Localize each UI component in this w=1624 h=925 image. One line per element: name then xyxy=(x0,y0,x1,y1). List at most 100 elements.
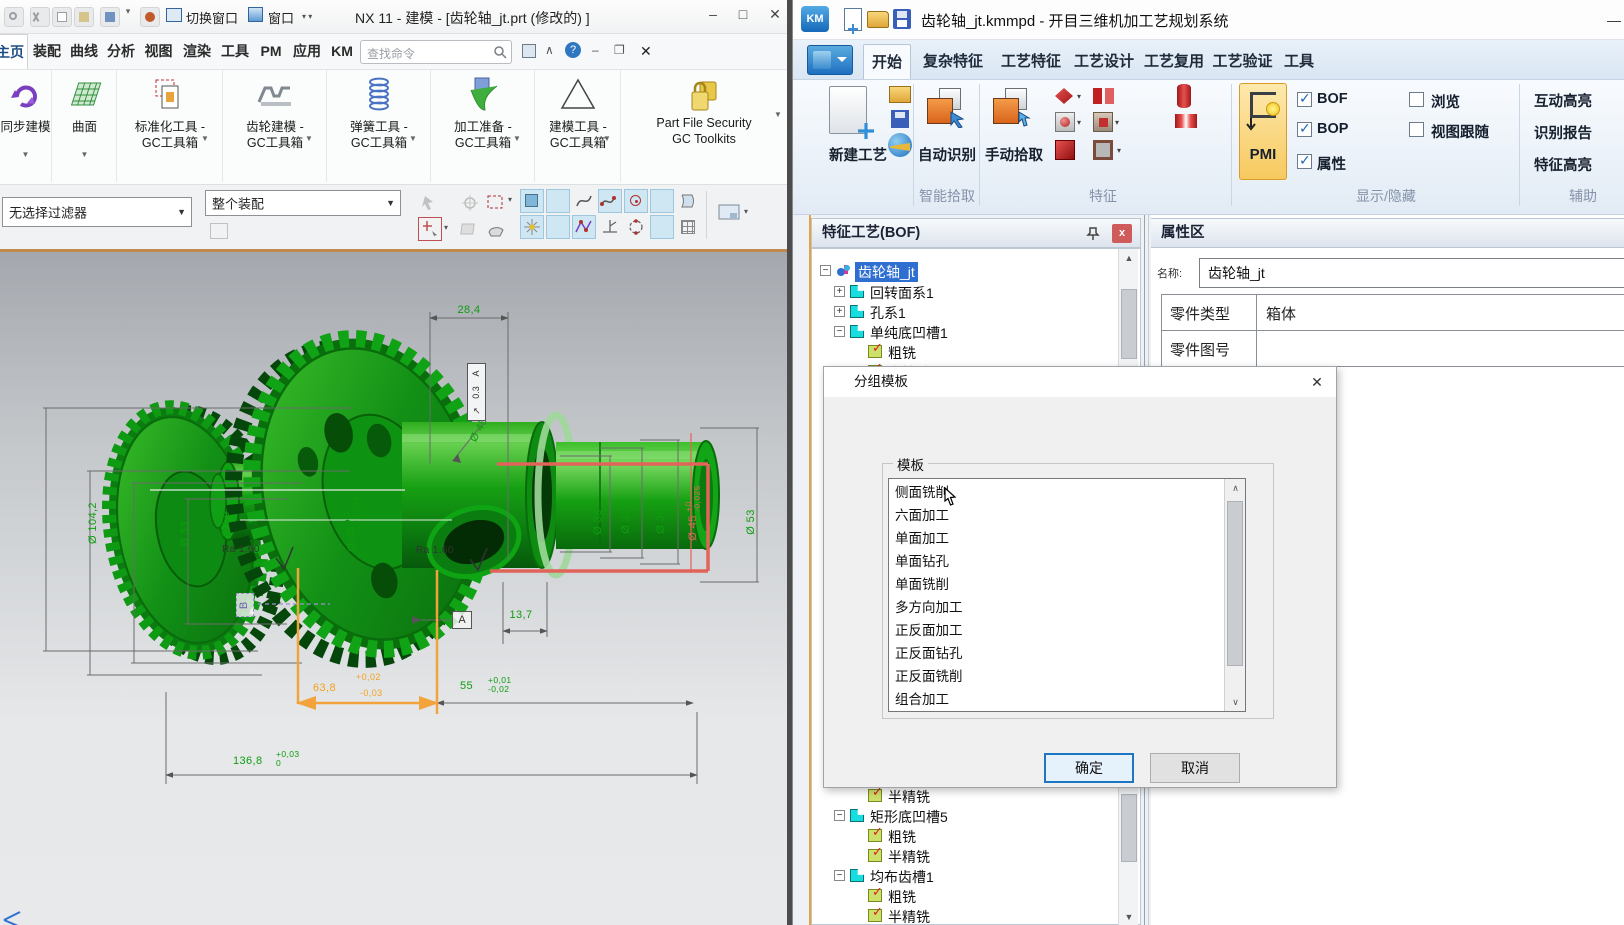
format-brush-icon[interactable] xyxy=(100,7,120,27)
rotate-point-icon[interactable] xyxy=(458,191,482,215)
cube-feature-icon[interactable] xyxy=(1055,140,1075,160)
ribbon-modeling-tools-gc[interactable]: 建模工具 - GC工具箱▼ xyxy=(536,70,621,182)
scrollbar-thumb[interactable] xyxy=(1121,289,1137,359)
ribbon-part-file-security[interactable]: Part File Security GC Toolkits▼ xyxy=(622,70,786,182)
dim-50[interactable]: Ø 50 xyxy=(220,504,232,544)
snap-sheet-icon[interactable] xyxy=(676,189,700,213)
slot-feature-icon[interactable] xyxy=(1093,88,1102,104)
selection-scope-combo[interactable]: 整个装配▼ xyxy=(205,190,401,216)
tree-row-root[interactable]: − 齿轮轴_jt xyxy=(812,261,1140,281)
dropdown-icon[interactable]: ▾ xyxy=(1117,146,1121,155)
stepped-cylinder-icon[interactable] xyxy=(1175,114,1197,128)
collapse-icon[interactable]: − xyxy=(834,326,845,337)
list-item[interactable]: 组合加工 xyxy=(891,688,1211,711)
km-tab-complex-features[interactable]: 复杂特征 xyxy=(915,44,991,79)
doc-minimize-icon[interactable]: – xyxy=(592,43,599,57)
tree-row-operation[interactable]: 半精铣 xyxy=(812,846,1140,866)
collapse-icon[interactable]: − xyxy=(834,870,845,881)
dropdown-icon[interactable]: ▼ xyxy=(292,134,326,143)
snap-spline-icon[interactable] xyxy=(598,189,622,213)
ribbon-machining-prep-gc[interactable]: 加工准备 - GC工具箱▼ xyxy=(432,70,535,182)
manual-pick-icon[interactable] xyxy=(993,88,1033,128)
tab-render[interactable]: 渲染 xyxy=(178,34,216,69)
plane-feature-icon[interactable] xyxy=(1055,88,1073,104)
view-follow-checkbox[interactable] xyxy=(1409,122,1424,137)
dropdown-icon[interactable]: ▾ xyxy=(508,195,512,204)
tree-row-feature[interactable]: − 矩形底凹槽5 xyxy=(812,806,1140,826)
tree-row-operation[interactable]: 粗铣 xyxy=(812,826,1140,846)
template-list[interactable]: 侧面铣削 六面加工 单面加工 单面钻孔 单面铣削 多方向加工 正反面加工 正反面… xyxy=(888,478,1246,712)
pmi-toggle-button[interactable]: PMI xyxy=(1239,83,1287,180)
datum-b-label[interactable]: B xyxy=(236,593,254,617)
tab-view[interactable]: 视图 xyxy=(140,34,177,69)
dim-33-right[interactable]: Ø 33 xyxy=(592,504,604,540)
dim-40[interactable]: Ø 40 +0-0,025 xyxy=(343,482,361,566)
ribbon-gear-modeling-gc[interactable]: 齿轮建模 - GC工具箱▼ xyxy=(224,70,327,182)
tree-row-operation[interactable]: 粗铣 xyxy=(812,886,1140,906)
snap-grid-icon[interactable] xyxy=(676,215,700,239)
tab-km[interactable]: KM xyxy=(326,34,358,69)
list-item[interactable]: 单面加工 xyxy=(891,527,1211,550)
snap-point-on-face-icon[interactable] xyxy=(520,215,544,239)
list-item[interactable]: 正反面铣削 xyxy=(891,665,1211,688)
selection-filter-combo[interactable]: 无选择过滤器▼ xyxy=(2,197,192,227)
command-search-box[interactable]: 查找命令 xyxy=(360,40,512,64)
dropdown-icon[interactable]: ▼ xyxy=(500,134,534,143)
tree-row-feature[interactable]: + 回转面系1 xyxy=(812,282,1140,302)
datum-a-label[interactable]: A xyxy=(452,611,472,629)
tab-pm[interactable]: PM xyxy=(254,34,288,69)
marquee-select-icon[interactable] xyxy=(484,191,508,215)
dropdown-icon[interactable]: ▼ xyxy=(188,134,222,143)
doc-close-icon[interactable]: ✕ xyxy=(640,43,652,60)
snap-endpoint-icon[interactable] xyxy=(546,189,570,213)
ok-button[interactable]: 确定 xyxy=(1044,753,1134,783)
dropdown-icon[interactable]: ▾ xyxy=(744,207,748,216)
snap-midpoint-icon[interactable] xyxy=(546,215,570,239)
cylinder-feature-icon[interactable] xyxy=(1177,84,1191,108)
dim-55[interactable]: 55 xyxy=(460,680,473,692)
snap-solid-icon[interactable] xyxy=(520,189,544,213)
feature-control-frame[interactable]: A 0.3 ↗ xyxy=(467,363,486,421)
open-icon[interactable] xyxy=(889,86,911,103)
tree-row-feature[interactable]: − 单纯底凹槽1 xyxy=(812,322,1140,342)
close-panel-icon[interactable]: x xyxy=(1112,224,1132,243)
open-folder-icon[interactable] xyxy=(867,11,889,28)
tab-curve[interactable]: 曲线 xyxy=(66,34,102,69)
list-scrollbar[interactable]: ∧ ∨ xyxy=(1224,479,1245,711)
km-minimize-button[interactable]: — xyxy=(1607,12,1621,28)
bof-checkbox-label[interactable]: BOF xyxy=(1317,91,1348,107)
dim-13-7[interactable]: 13,7 xyxy=(499,609,543,621)
tree-row-feature[interactable]: − 均布齿槽1 xyxy=(812,866,1140,886)
dim-136-8[interactable]: 136,8 xyxy=(233,755,263,767)
dropdown-icon[interactable]: ▼ xyxy=(594,134,620,143)
snap-enable-icon[interactable] xyxy=(418,217,442,241)
viewport-3d-model[interactable] xyxy=(0,252,787,925)
snap-arc-center-icon[interactable] xyxy=(624,189,648,213)
km-app-button[interactable] xyxy=(807,45,853,75)
auto-recognize-button[interactable]: 自动识别 xyxy=(915,144,979,165)
dropdown-icon[interactable]: ▾ xyxy=(444,223,448,232)
km-tab-process-reuse[interactable]: 工艺复用 xyxy=(1142,44,1206,79)
table-row[interactable]: 零件图号 xyxy=(1162,331,1624,367)
ribbon-synchronous-modeling[interactable]: 同步建模▼ xyxy=(0,70,52,182)
km-tab-start[interactable]: 开始 xyxy=(863,44,911,79)
dim-45-selected[interactable]: Ø 45 +0-0,025 xyxy=(684,470,702,556)
dim-136-8-tol[interactable]: +0,030 xyxy=(276,750,300,768)
copy-icon[interactable] xyxy=(52,7,72,27)
ribbon-spring-tools-gc[interactable]: 弹簧工具 - GC工具箱▼ xyxy=(328,70,431,182)
quickbar-dropdown-icon[interactable]: ▾ xyxy=(122,6,134,17)
dropdown-icon[interactable]: ▾ xyxy=(1115,118,1119,127)
dim-38[interactable]: Ø 38 xyxy=(655,503,667,539)
dropdown-icon[interactable]: ▼ xyxy=(53,150,116,159)
snap-perpendicular-icon[interactable] xyxy=(598,215,622,239)
scrollbar-thumb2[interactable] xyxy=(1121,794,1137,862)
table-row[interactable]: 零件类型 箱体 xyxy=(1162,295,1624,331)
scroll-down-icon[interactable]: ▼ xyxy=(1119,908,1139,925)
auto-recognize-icon[interactable] xyxy=(927,88,967,128)
dim-63-8[interactable]: 63,8 xyxy=(313,682,336,694)
save-icon[interactable] xyxy=(893,9,911,29)
dialog-close-icon[interactable]: ✕ xyxy=(1306,371,1328,393)
bop-checkbox[interactable] xyxy=(1297,122,1312,137)
feature-highlight-button[interactable]: 特征高亮 xyxy=(1534,154,1624,175)
nx-minimize-button[interactable]: – xyxy=(700,6,726,22)
